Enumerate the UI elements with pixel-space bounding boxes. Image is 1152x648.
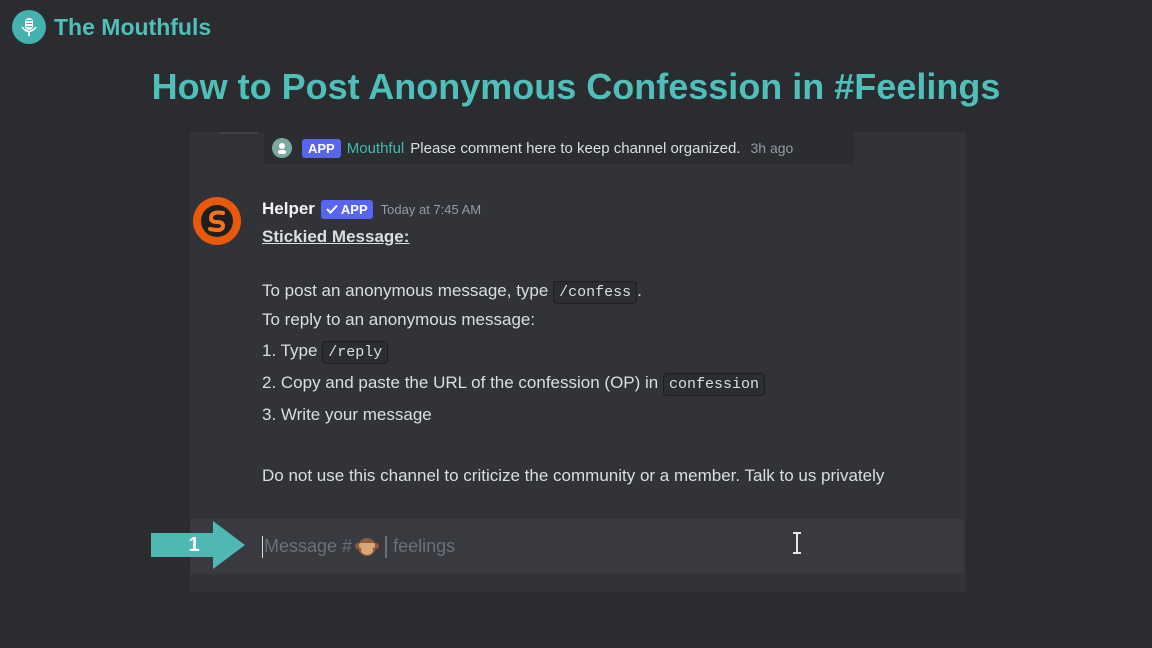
microphone-icon xyxy=(12,10,46,44)
message-line-reply: To reply to an anonymous message: xyxy=(262,310,536,329)
brand: The Mouthfuls xyxy=(12,10,211,44)
sticky-title: Stickied Message: xyxy=(262,227,410,246)
placeholder-prefix: Message # xyxy=(264,536,353,556)
message-author[interactable]: Helper xyxy=(262,199,315,219)
code-confession: confession xyxy=(663,373,766,396)
pinned-reply-preview[interactable]: APP Mouthful Please comment here to keep… xyxy=(264,132,854,164)
code-reply: /reply xyxy=(322,341,389,364)
line-text: To post an anonymous message, type xyxy=(262,281,549,300)
channel-name: feelings xyxy=(393,536,456,556)
message-header: Helper APP Today at 7:45 AM xyxy=(262,199,481,219)
step-number: 1 xyxy=(188,534,200,556)
message-step-1: 1. Type /reply xyxy=(262,341,389,364)
message-step-2: 2. Copy and paste the URL of the confess… xyxy=(262,373,766,396)
helper-avatar[interactable] xyxy=(193,197,241,245)
helper-logo-icon xyxy=(201,205,233,237)
message-placeholder: Message # feelings xyxy=(264,535,456,558)
message-footer: Do not use this channel to criticize the… xyxy=(262,466,885,485)
step-text: 1. Type xyxy=(262,341,318,360)
message-step-3: 3. Write your message xyxy=(262,405,432,424)
app-tag: APP xyxy=(302,138,341,158)
verified-app-badge: APP xyxy=(320,199,373,219)
badge-label: APP xyxy=(340,201,368,217)
channel-separator xyxy=(385,535,388,558)
see-no-evil-monkey-icon xyxy=(355,537,380,556)
pinned-time: 3h ago xyxy=(750,140,794,156)
message-timestamp: Today at 7:45 AM xyxy=(380,201,482,217)
pinned-author[interactable]: Mouthful xyxy=(347,140,405,157)
step-text: 2. Copy and paste the URL of the confess… xyxy=(262,373,659,392)
brand-name: The Mouthfuls xyxy=(54,13,212,40)
text-cursor-icon xyxy=(793,532,801,554)
pinned-text: Please comment here to keep channel orga… xyxy=(410,139,741,157)
chat-panel: APP Mouthful Please comment here to keep… xyxy=(190,132,966,592)
text-caret xyxy=(262,535,263,558)
code-confess: /confess xyxy=(553,281,638,304)
divider xyxy=(220,132,258,134)
pinned-avatar-icon xyxy=(272,138,292,158)
message-line-confess: To post an anonymous message, type /conf… xyxy=(262,281,642,304)
line-text-end: . xyxy=(637,281,642,300)
checkmark-icon xyxy=(326,204,338,214)
message-input[interactable]: Message # feelings xyxy=(190,519,964,574)
page-title: How to Post Anonymous Confession in #Fee… xyxy=(151,66,1001,107)
